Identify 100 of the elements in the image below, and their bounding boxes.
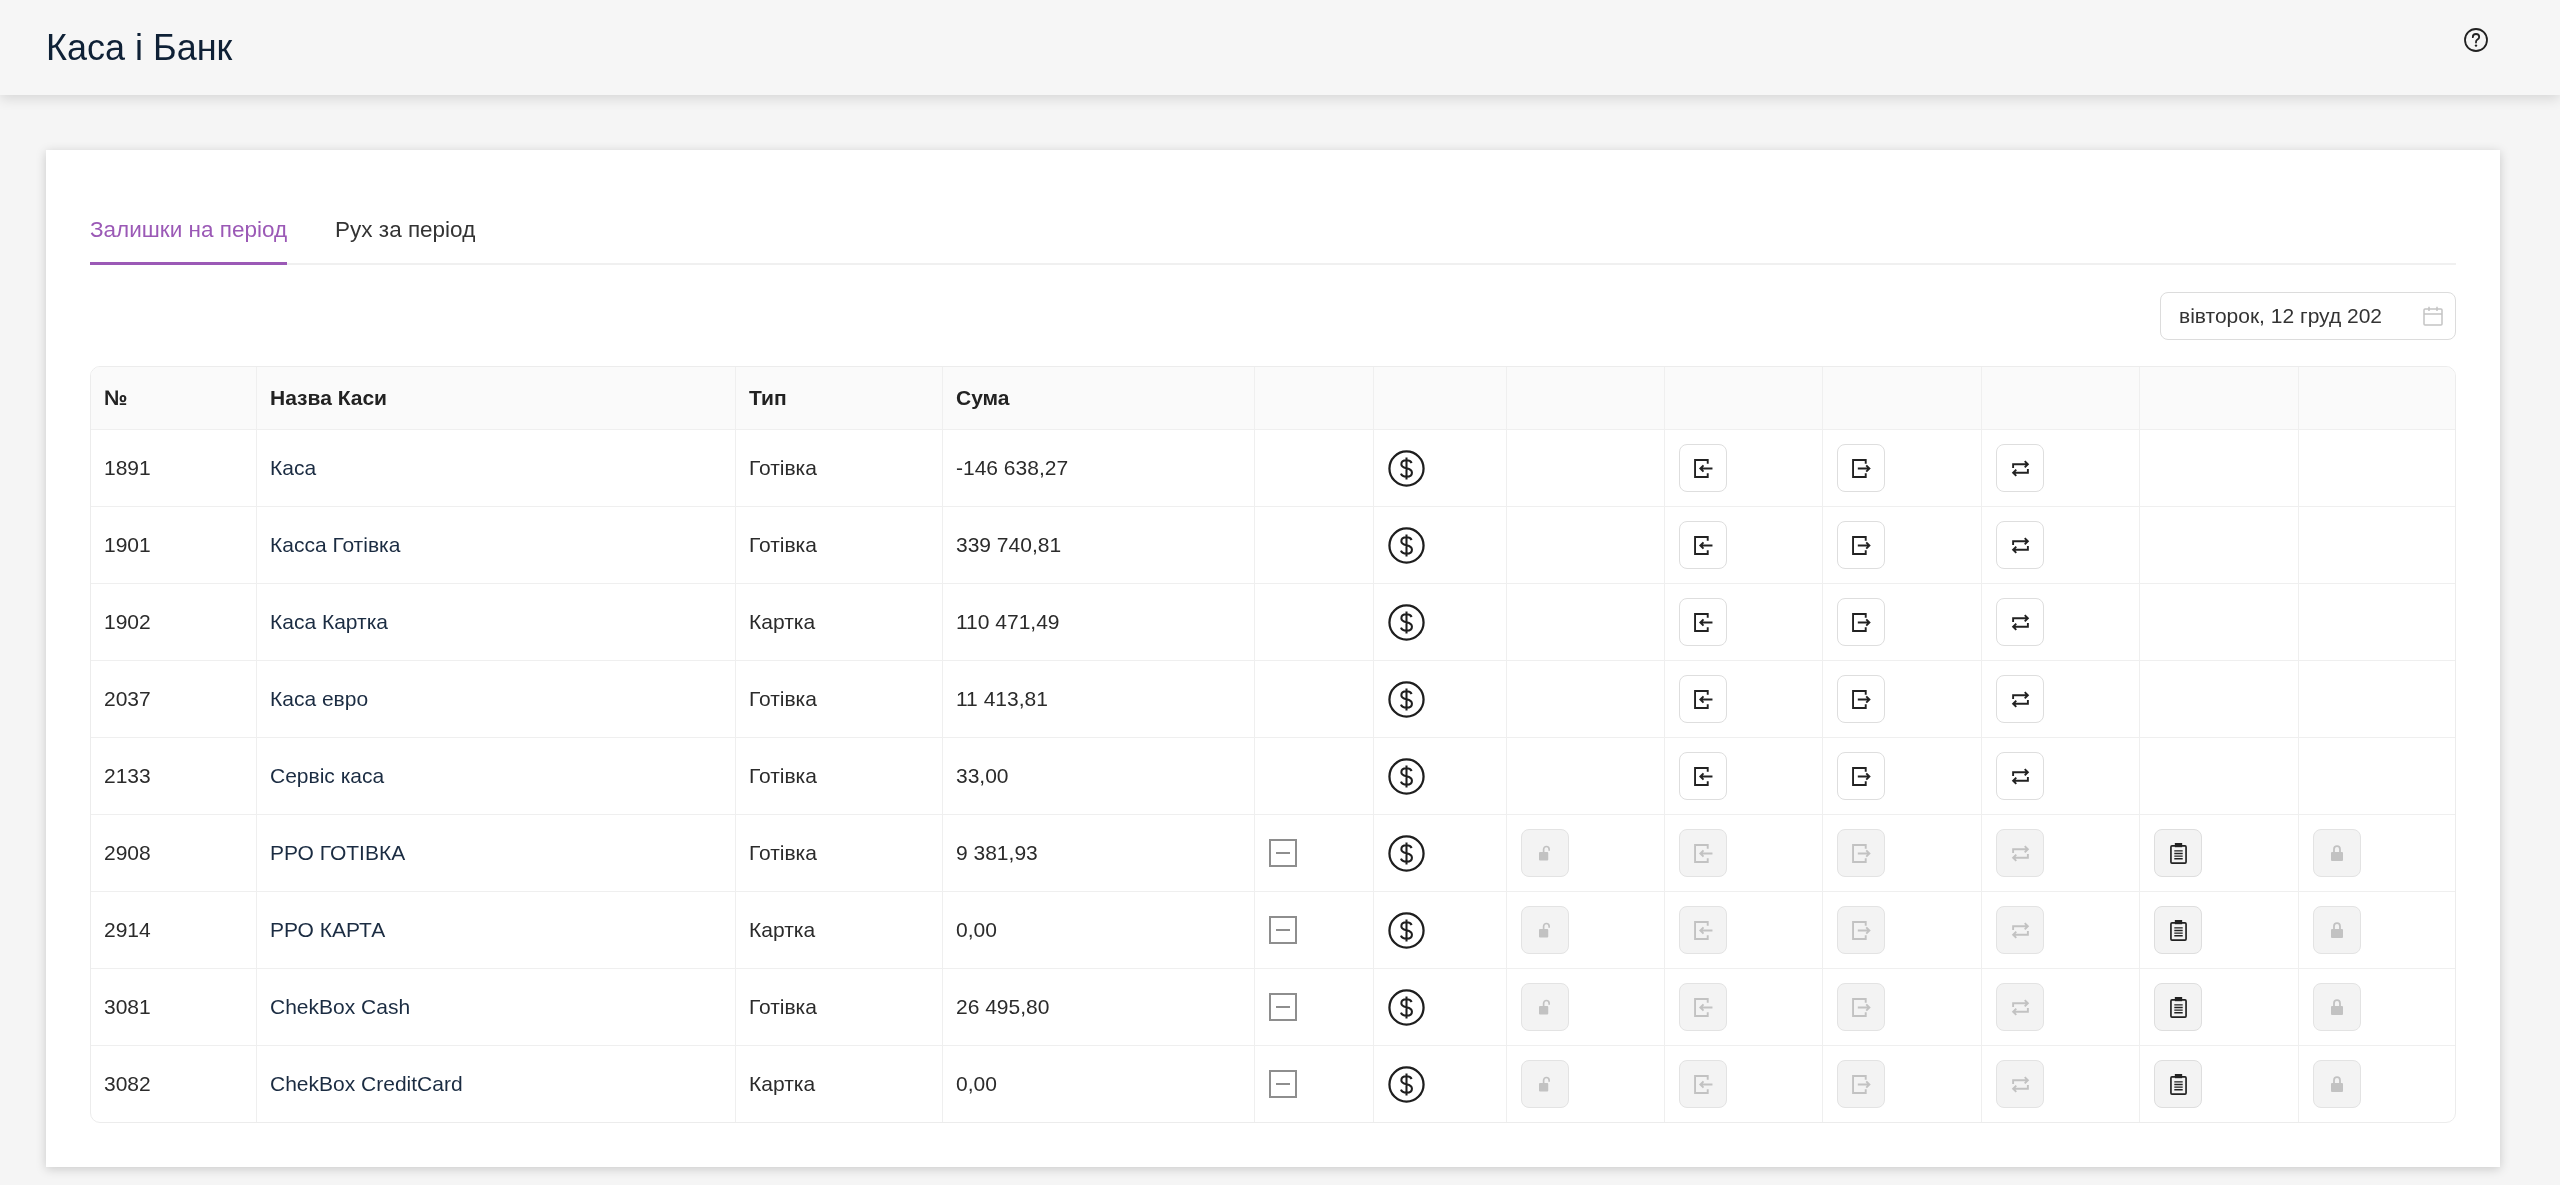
table-cell-text: 2914 [103, 917, 152, 943]
cash-desk-link[interactable]: ChekBox Cash [270, 995, 411, 1019]
swap-arrows-icon [2010, 920, 2030, 940]
swap-arrows-icon [2010, 689, 2030, 709]
table-cell: Картка [735, 584, 942, 660]
swap-arrows-icon [2010, 843, 2030, 863]
table-cell-text: 3082 [103, 1071, 152, 1097]
dollar-circle-icon[interactable] [1388, 911, 1425, 949]
page-title: Каса і Банк [46, 25, 233, 70]
lock-icon [2331, 1076, 2343, 1092]
clipboard-icon [2169, 996, 2187, 1018]
swap-arrows-icon [2010, 535, 2030, 555]
dollar-circle-icon[interactable] [1388, 449, 1425, 487]
clipboard-button[interactable] [2154, 906, 2202, 954]
arrow-in-button[interactable] [1679, 444, 1727, 492]
table-cell: Готівка [735, 738, 942, 814]
dollar-circle-icon[interactable] [1388, 603, 1425, 641]
cash-desk-link[interactable]: Сервіс каса [270, 764, 385, 788]
swap-arrows-icon [2010, 612, 2030, 632]
dollar-circle-icon[interactable] [1388, 988, 1425, 1026]
clipboard-button[interactable] [2154, 983, 2202, 1031]
table-cell: Готівка [735, 507, 942, 583]
arrow-in-icon [1693, 1074, 1713, 1094]
cash-desk-link[interactable]: ChekBox CreditCard [270, 1072, 463, 1096]
table-cell: 9 381,93 [942, 815, 1254, 891]
swap-arrows-icon [2010, 997, 2030, 1017]
swap-button[interactable] [1996, 752, 2044, 800]
clipboard-icon [2169, 1073, 2187, 1095]
table-cell-text: 2037 [103, 686, 152, 712]
table-cell-text: 1902 [103, 609, 152, 635]
arrow-out-icon [1851, 612, 1871, 632]
arrow-in-icon [1693, 689, 1713, 709]
lock-icon [2331, 922, 2343, 938]
table-cell: 0,00 [942, 892, 1254, 968]
arrow-out-icon [1851, 689, 1871, 709]
swap-arrows-icon [2010, 766, 2030, 786]
cash-desk-link[interactable]: Каса Картка [270, 610, 388, 634]
table-cell: Готівка [735, 969, 942, 1045]
arrow-out-icon [1851, 843, 1871, 863]
arrow-out-button[interactable] [1837, 598, 1885, 646]
table-cell: 26 495,80 [942, 969, 1254, 1045]
clipboard-button[interactable] [2154, 1060, 2202, 1108]
arrow-out-icon [1851, 766, 1871, 786]
arrow-out-button[interactable] [1837, 521, 1885, 569]
date-field[interactable]: вівторок, 12 груд 202 [2160, 292, 2456, 340]
clipboard-button[interactable] [2154, 829, 2202, 877]
dollar-circle-icon[interactable] [1388, 1065, 1425, 1103]
arrow-in-icon [1693, 612, 1713, 632]
arrow-in-icon [1693, 766, 1713, 786]
swap-button[interactable] [1996, 444, 2044, 492]
arrow-out-button[interactable] [1837, 444, 1885, 492]
clipboard-icon [2169, 842, 2187, 864]
arrow-out-icon [1851, 920, 1871, 940]
unlock-icon [1539, 999, 1551, 1015]
table-cell: 110 471,49 [942, 584, 1254, 660]
column-header: Назва Каси [256, 367, 735, 429]
column-header: Сума [942, 367, 1254, 429]
arrow-in-icon [1693, 843, 1713, 863]
table-cell: 11 413,81 [942, 661, 1254, 737]
cash-desk-link[interactable]: Касса Готівка [270, 533, 401, 557]
table-cell: 33,00 [942, 738, 1254, 814]
dollar-circle-icon[interactable] [1388, 680, 1425, 718]
arrow-in-button[interactable] [1679, 598, 1727, 646]
arrow-out-icon [1851, 458, 1871, 478]
help-icon[interactable] [2464, 28, 2488, 52]
table-cell: 339 740,81 [942, 507, 1254, 583]
cash-desk-link[interactable]: Каса евро [270, 687, 369, 711]
swap-button[interactable] [1996, 598, 2044, 646]
lock-icon [2331, 845, 2343, 861]
calendar-icon [2423, 306, 2443, 326]
table-cell-text: 1901 [103, 532, 152, 558]
swap-button[interactable] [1996, 675, 2044, 723]
cash-desk-link[interactable]: Каса [270, 456, 317, 480]
arrow-in-icon [1693, 458, 1713, 478]
table-cell-text: 1891 [103, 455, 152, 481]
arrow-in-icon [1693, 535, 1713, 555]
tab[interactable]: Рух за період [335, 194, 476, 265]
unlock-icon [1539, 845, 1551, 861]
swap-arrows-icon [2010, 1074, 2030, 1094]
arrow-in-button[interactable] [1679, 675, 1727, 723]
clipboard-icon [2169, 919, 2187, 941]
tab[interactable]: Залишки на період [90, 194, 288, 265]
arrow-in-icon [1693, 920, 1713, 940]
lock-icon [2331, 999, 2343, 1015]
arrow-in-button[interactable] [1679, 521, 1727, 569]
table-cell: 0,00 [942, 1046, 1254, 1122]
cash-desk-link[interactable]: РРО КАРТА [270, 918, 386, 942]
arrow-out-button[interactable] [1837, 752, 1885, 800]
column-header: Тип [735, 367, 942, 429]
unlock-icon [1539, 922, 1551, 938]
arrow-out-button[interactable] [1837, 675, 1885, 723]
arrow-in-button[interactable] [1679, 752, 1727, 800]
table-cell: Картка [735, 892, 942, 968]
swap-button[interactable] [1996, 521, 2044, 569]
table-cell-text: 3081 [103, 994, 152, 1020]
dollar-circle-icon[interactable] [1388, 757, 1425, 795]
dollar-circle-icon[interactable] [1388, 526, 1425, 564]
cash-desk-link[interactable]: РРО ГОТІВКА [270, 841, 406, 865]
dollar-circle-icon[interactable] [1388, 834, 1425, 872]
column-header: № [103, 385, 129, 411]
